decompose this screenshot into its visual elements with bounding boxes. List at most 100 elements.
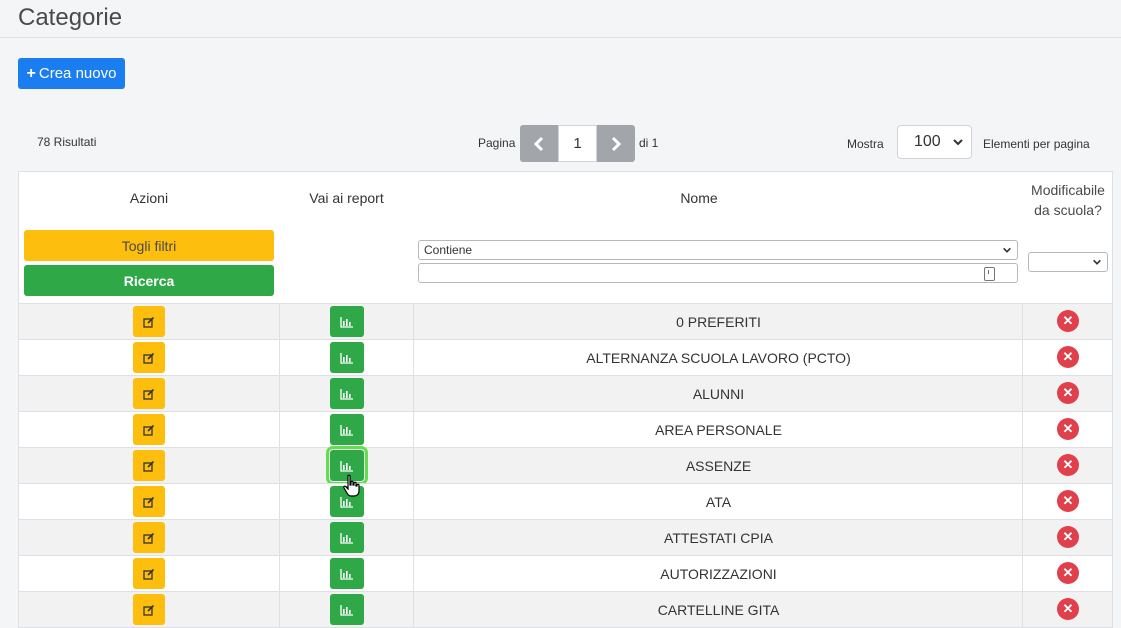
report-button[interactable]	[330, 414, 364, 445]
edit-icon	[143, 316, 155, 328]
bar-chart-icon	[340, 388, 353, 400]
table-row: ALTERNANZA SCUOLA LAVORO (PCTO) ✕	[19, 339, 1112, 375]
page-total: di 1	[639, 136, 659, 150]
x-circle-icon: ✕	[1057, 346, 1079, 368]
edit-icon	[143, 352, 155, 364]
bar-chart-icon	[340, 316, 353, 328]
report-button[interactable]	[330, 558, 364, 589]
column-divider	[279, 592, 280, 627]
next-page-button[interactable]	[597, 125, 635, 162]
report-button[interactable]	[330, 378, 364, 409]
category-name: ATA	[705, 493, 732, 510]
bar-chart-icon	[340, 532, 353, 544]
column-divider	[279, 520, 280, 555]
page-title: Categorie	[18, 4, 123, 31]
edit-button[interactable]	[133, 450, 165, 481]
bar-chart-icon	[340, 352, 353, 364]
title-divider	[0, 37, 1121, 38]
bar-chart-icon	[340, 568, 353, 580]
header-editable: Modificabile da scuola?	[1031, 182, 1105, 218]
category-name: 0 PREFERITI	[676, 313, 761, 330]
x-circle-icon: ✕	[1057, 598, 1079, 620]
header-name[interactable]: Nome	[414, 190, 984, 206]
column-divider	[279, 412, 280, 447]
bar-chart-icon	[340, 460, 353, 472]
chevron-down-icon	[1093, 259, 1101, 265]
edit-button[interactable]	[133, 342, 165, 373]
edit-button[interactable]	[133, 558, 165, 589]
create-new-button[interactable]: + Crea nuovo	[18, 58, 125, 89]
column-divider	[279, 484, 280, 519]
edit-icon	[143, 460, 155, 472]
category-name: AREA PERSONALE	[655, 421, 782, 438]
header-actions: Azioni	[129, 190, 169, 206]
edit-button[interactable]	[133, 486, 165, 517]
bar-chart-icon	[340, 424, 353, 436]
column-divider	[279, 340, 280, 375]
name-operator-select[interactable]: Contiene	[418, 240, 1018, 260]
chevron-right-icon	[611, 136, 622, 151]
results-count: 78 Risultati	[37, 135, 97, 149]
plus-icon: +	[26, 64, 36, 82]
column-divider	[279, 448, 280, 483]
editable-filter-select[interactable]	[1028, 252, 1108, 272]
keyboard-icon	[984, 267, 995, 281]
category-name: ATTESTATI CPIA	[664, 529, 773, 546]
category-name: AUTORIZZAZIONI	[660, 565, 777, 582]
edit-icon	[143, 604, 155, 616]
edit-button[interactable]	[133, 414, 165, 445]
chevron-down-icon	[953, 139, 963, 146]
edit-button[interactable]	[133, 306, 165, 337]
table-row: ASSENZE ✕	[19, 446, 1112, 485]
chevron-left-icon	[533, 136, 544, 151]
page-label: Pagina	[478, 136, 516, 150]
category-name: ALTERNANZA SCUOLA LAVORO (PCTO)	[586, 349, 851, 366]
category-name: ALUNNI	[692, 385, 745, 402]
table-row: 0 PREFERITI ✕	[19, 303, 1112, 339]
table-row: ALUNNI ✕	[19, 375, 1112, 411]
edit-icon	[143, 388, 155, 400]
edit-icon	[143, 424, 155, 436]
table-row: ATTESTATI CPIA ✕	[19, 519, 1112, 555]
category-name: CARTELLINE GITA	[657, 601, 780, 618]
create-new-label: Crea nuovo	[38, 65, 117, 82]
per-page-label: Elementi per pagina	[983, 137, 1090, 151]
per-page-select[interactable]: 100	[897, 125, 972, 159]
edit-button[interactable]	[133, 594, 165, 625]
column-divider	[279, 376, 280, 411]
name-operator-value: Contiene	[424, 243, 473, 257]
column-divider	[279, 304, 280, 339]
page-number-input[interactable]: 1	[558, 125, 597, 162]
report-button[interactable]	[330, 522, 364, 553]
categories-table: Azioni Vai ai report Nome Modificabile d…	[18, 171, 1113, 628]
show-label: Mostra	[847, 137, 884, 151]
x-circle-icon: ✕	[1057, 526, 1079, 548]
name-filter-input[interactable]	[418, 263, 1018, 283]
header-report: Vai ai report	[309, 190, 384, 206]
x-circle-icon: ✕	[1057, 562, 1079, 584]
table-row: AUTORIZZAZIONI ✕	[19, 555, 1112, 591]
report-button[interactable]	[330, 594, 364, 625]
clear-filters-button[interactable]: Togli filtri	[24, 230, 274, 261]
bar-chart-icon	[340, 604, 353, 616]
edit-button[interactable]	[133, 522, 165, 553]
chevron-down-icon	[1003, 247, 1011, 253]
per-page-value: 100	[914, 133, 941, 150]
table-row: ATA ✕	[19, 483, 1112, 519]
hand-pointer-icon	[343, 474, 360, 497]
table-row: CARTELLINE GITA ✕	[19, 591, 1112, 627]
report-button[interactable]	[330, 306, 364, 337]
edit-icon	[143, 568, 155, 580]
search-button[interactable]: Ricerca	[24, 265, 274, 296]
prev-page-button[interactable]	[520, 125, 558, 162]
x-circle-icon: ✕	[1057, 454, 1079, 476]
edit-button[interactable]	[133, 378, 165, 409]
edit-icon	[143, 496, 155, 508]
x-circle-icon: ✕	[1057, 310, 1079, 332]
table-row: AREA PERSONALE ✕	[19, 411, 1112, 447]
edit-icon	[143, 532, 155, 544]
x-circle-icon: ✕	[1057, 382, 1079, 404]
category-name: ASSENZE	[685, 457, 752, 474]
x-circle-icon: ✕	[1057, 418, 1079, 440]
report-button[interactable]	[330, 342, 364, 373]
